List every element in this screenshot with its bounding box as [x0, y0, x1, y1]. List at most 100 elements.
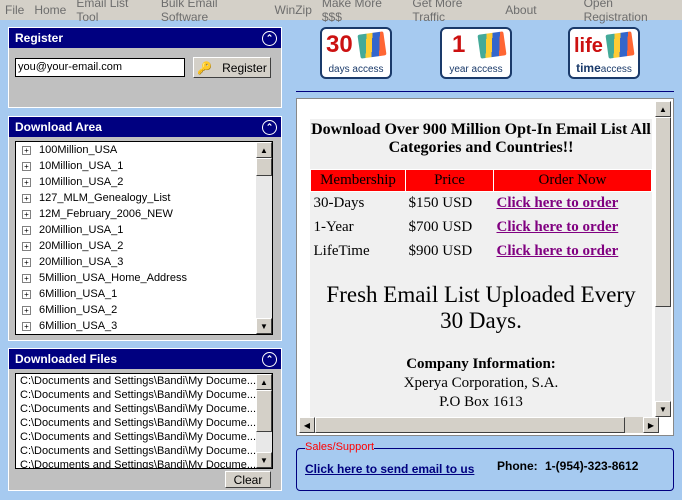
badge-label: year access	[449, 64, 503, 75]
credit-cards-icon	[357, 31, 387, 59]
expand-icon[interactable]: +	[22, 321, 31, 331]
file-path: C:\Documents and Settings\Bandi\My Docum…	[20, 445, 256, 457]
menu-home[interactable]: Home	[34, 3, 66, 17]
file-item[interactable]: C:\Documents and Settings\Bandi\My Docum…	[16, 388, 272, 402]
download-area-panel: Download Area ⌃ +100Million_USA +10Million…	[8, 116, 282, 341]
menu-get-more-traffic[interactable]: Get More Traffic	[412, 0, 495, 24]
tree-item[interactable]: +20Million_USA_1	[16, 222, 272, 238]
tree-item-label: 6Million_USA_3	[39, 320, 118, 332]
company-title: Company Information:	[406, 355, 556, 372]
menu-email-list-tool[interactable]: Email List Tool	[76, 0, 151, 24]
menu-bulk-email-software[interactable]: Bulk Email Software	[161, 0, 265, 24]
company-name: Xperya Corporation, S.A.	[403, 374, 559, 391]
scroll-down-icon[interactable]: ▼	[256, 318, 272, 334]
col-order: Order Now	[493, 169, 652, 192]
expand-icon[interactable]: +	[22, 305, 31, 315]
menu-bar: File Home Email List Tool Bulk Email Sof…	[0, 0, 682, 24]
expand-icon[interactable]: +	[22, 225, 31, 235]
expand-icon[interactable]: +	[22, 273, 31, 283]
menu-open-registration[interactable]: Open Registration	[584, 0, 677, 24]
scroll-up-icon[interactable]: ▲	[256, 142, 272, 158]
scroll-thumb[interactable]	[256, 158, 272, 176]
clear-button[interactable]: Clear	[225, 471, 271, 488]
order-link[interactable]: Click here to order	[497, 195, 619, 211]
scroll-left-icon[interactable]: ◀	[299, 417, 315, 433]
collapse-icon[interactable]: ⌃	[262, 351, 277, 367]
divider	[296, 91, 674, 92]
menu-make-more[interactable]: Make More $$$	[322, 0, 403, 24]
tree-item[interactable]: +100Million_USA	[16, 142, 272, 158]
file-item[interactable]: C:\Documents and Settings\Bandi\My Docum…	[16, 444, 272, 458]
expand-icon[interactable]: +	[22, 209, 31, 219]
expand-icon[interactable]: +	[22, 161, 31, 171]
file-path: C:\Documents and Settings\Bandi\My Docum…	[20, 431, 256, 443]
register-button[interactable]: 🔑 Register	[193, 57, 271, 78]
badge-label-rest: access	[600, 64, 632, 75]
scroll-up-icon[interactable]: ▲	[655, 101, 671, 117]
tree-item-label: 20Million_USA_2	[39, 240, 124, 252]
tree-item[interactable]: +6Million_USA_3	[16, 318, 272, 334]
support-box: Sales/Support Click here to send email t…	[296, 441, 674, 491]
order-link[interactable]: Click here to order	[497, 219, 619, 235]
scroll-thumb[interactable]	[655, 117, 671, 307]
badge-number: 1	[452, 31, 466, 58]
badge-30-days[interactable]: 30 days access	[320, 27, 392, 79]
file-path: C:\Documents and Settings\Bandi\My Docum…	[20, 403, 256, 415]
file-item[interactable]: C:\Documents and Settings\Bandi\My Docum…	[16, 458, 272, 468]
register-button-label: Register	[222, 60, 267, 75]
file-path: C:\Documents and Settings\Bandi\My Docum…	[20, 417, 256, 429]
tree-item[interactable]: +12M_February_2006_NEW	[16, 206, 272, 222]
tree-item-label: 6Million_USA_2	[39, 304, 118, 316]
support-legend: Sales/Support	[305, 441, 375, 453]
expand-icon[interactable]: +	[22, 145, 31, 155]
expand-icon[interactable]: +	[22, 289, 31, 299]
tree-item-label: 20Million_USA_3	[39, 256, 124, 268]
tree-scrollbar[interactable]: ▲ ▼	[256, 142, 272, 334]
price-cell: $900 USD	[408, 243, 473, 259]
expand-icon[interactable]: +	[22, 257, 31, 267]
scroll-down-icon[interactable]: ▼	[655, 401, 671, 417]
files-scrollbar[interactable]: ▲ ▼	[256, 374, 272, 468]
tree-item[interactable]: +5Million_USA_Home_Address	[16, 270, 272, 286]
col-membership: Membership	[310, 169, 406, 192]
menu-winzip[interactable]: WinZip	[275, 3, 312, 17]
file-item[interactable]: C:\Documents and Settings\Bandi\My Docum…	[16, 416, 272, 430]
email-us-link[interactable]: Click here to send email to us	[305, 462, 474, 476]
expand-icon[interactable]: +	[22, 193, 31, 203]
tree-item[interactable]: +10Million_USA_2	[16, 174, 272, 190]
scroll-down-icon[interactable]: ▼	[256, 452, 272, 468]
email-input[interactable]: you@your-email.com	[15, 58, 185, 77]
file-path: C:\Documents and Settings\Bandi\My Docum…	[20, 389, 256, 401]
scroll-thumb[interactable]	[256, 390, 272, 432]
scroll-right-icon[interactable]: ▶	[643, 417, 659, 433]
tree-item[interactable]: +20Million_USA_2	[16, 238, 272, 254]
order-link[interactable]: Click here to order	[497, 243, 619, 259]
file-item[interactable]: C:\Documents and Settings\Bandi\My Docum…	[16, 430, 272, 444]
tree-item[interactable]: +10Million_USA_1	[16, 158, 272, 174]
tree-item[interactable]: +127_MLM_Genealogy_List	[16, 190, 272, 206]
badge-1-year[interactable]: 1 year access	[440, 27, 512, 79]
tree-item[interactable]: +6Million_USA_2	[16, 302, 272, 318]
menu-about[interactable]: About	[505, 3, 536, 17]
membership-cell: 1-Year	[313, 219, 354, 235]
file-item[interactable]: C:\Documents and Settings\Bandi\My Docum…	[16, 374, 272, 388]
collapse-icon[interactable]: ⌃	[262, 119, 277, 135]
collapse-icon[interactable]: ⌃	[262, 30, 277, 46]
file-item[interactable]: C:\Documents and Settings\Bandi\My Docum…	[16, 402, 272, 416]
downloaded-files-list[interactable]: C:\Documents and Settings\Bandi\My Docum…	[15, 373, 273, 469]
doc-vscrollbar[interactable]: ▲ ▼	[655, 101, 671, 417]
tree-item[interactable]: +20Million_USA_3	[16, 254, 272, 270]
badge-lifetime[interactable]: life timeaccess	[568, 27, 640, 79]
expand-icon[interactable]: +	[22, 241, 31, 251]
menu-file[interactable]: File	[5, 3, 24, 17]
credit-cards-icon	[605, 31, 635, 59]
download-tree[interactable]: +100Million_USA +10Million_USA_1 +10Millio…	[15, 141, 273, 335]
tree-item-label: 6Million_USA_1	[39, 288, 118, 300]
membership-cell: LifeTime	[313, 243, 370, 259]
tree-item[interactable]: +6Million_USA_1	[16, 286, 272, 302]
scroll-up-icon[interactable]: ▲	[256, 374, 272, 390]
scroll-thumb-h[interactable]	[315, 417, 625, 433]
doc-hscrollbar[interactable]: ◀ ▶	[299, 417, 659, 433]
order-cell: Click here to order	[494, 240, 652, 264]
expand-icon[interactable]: +	[22, 177, 31, 187]
